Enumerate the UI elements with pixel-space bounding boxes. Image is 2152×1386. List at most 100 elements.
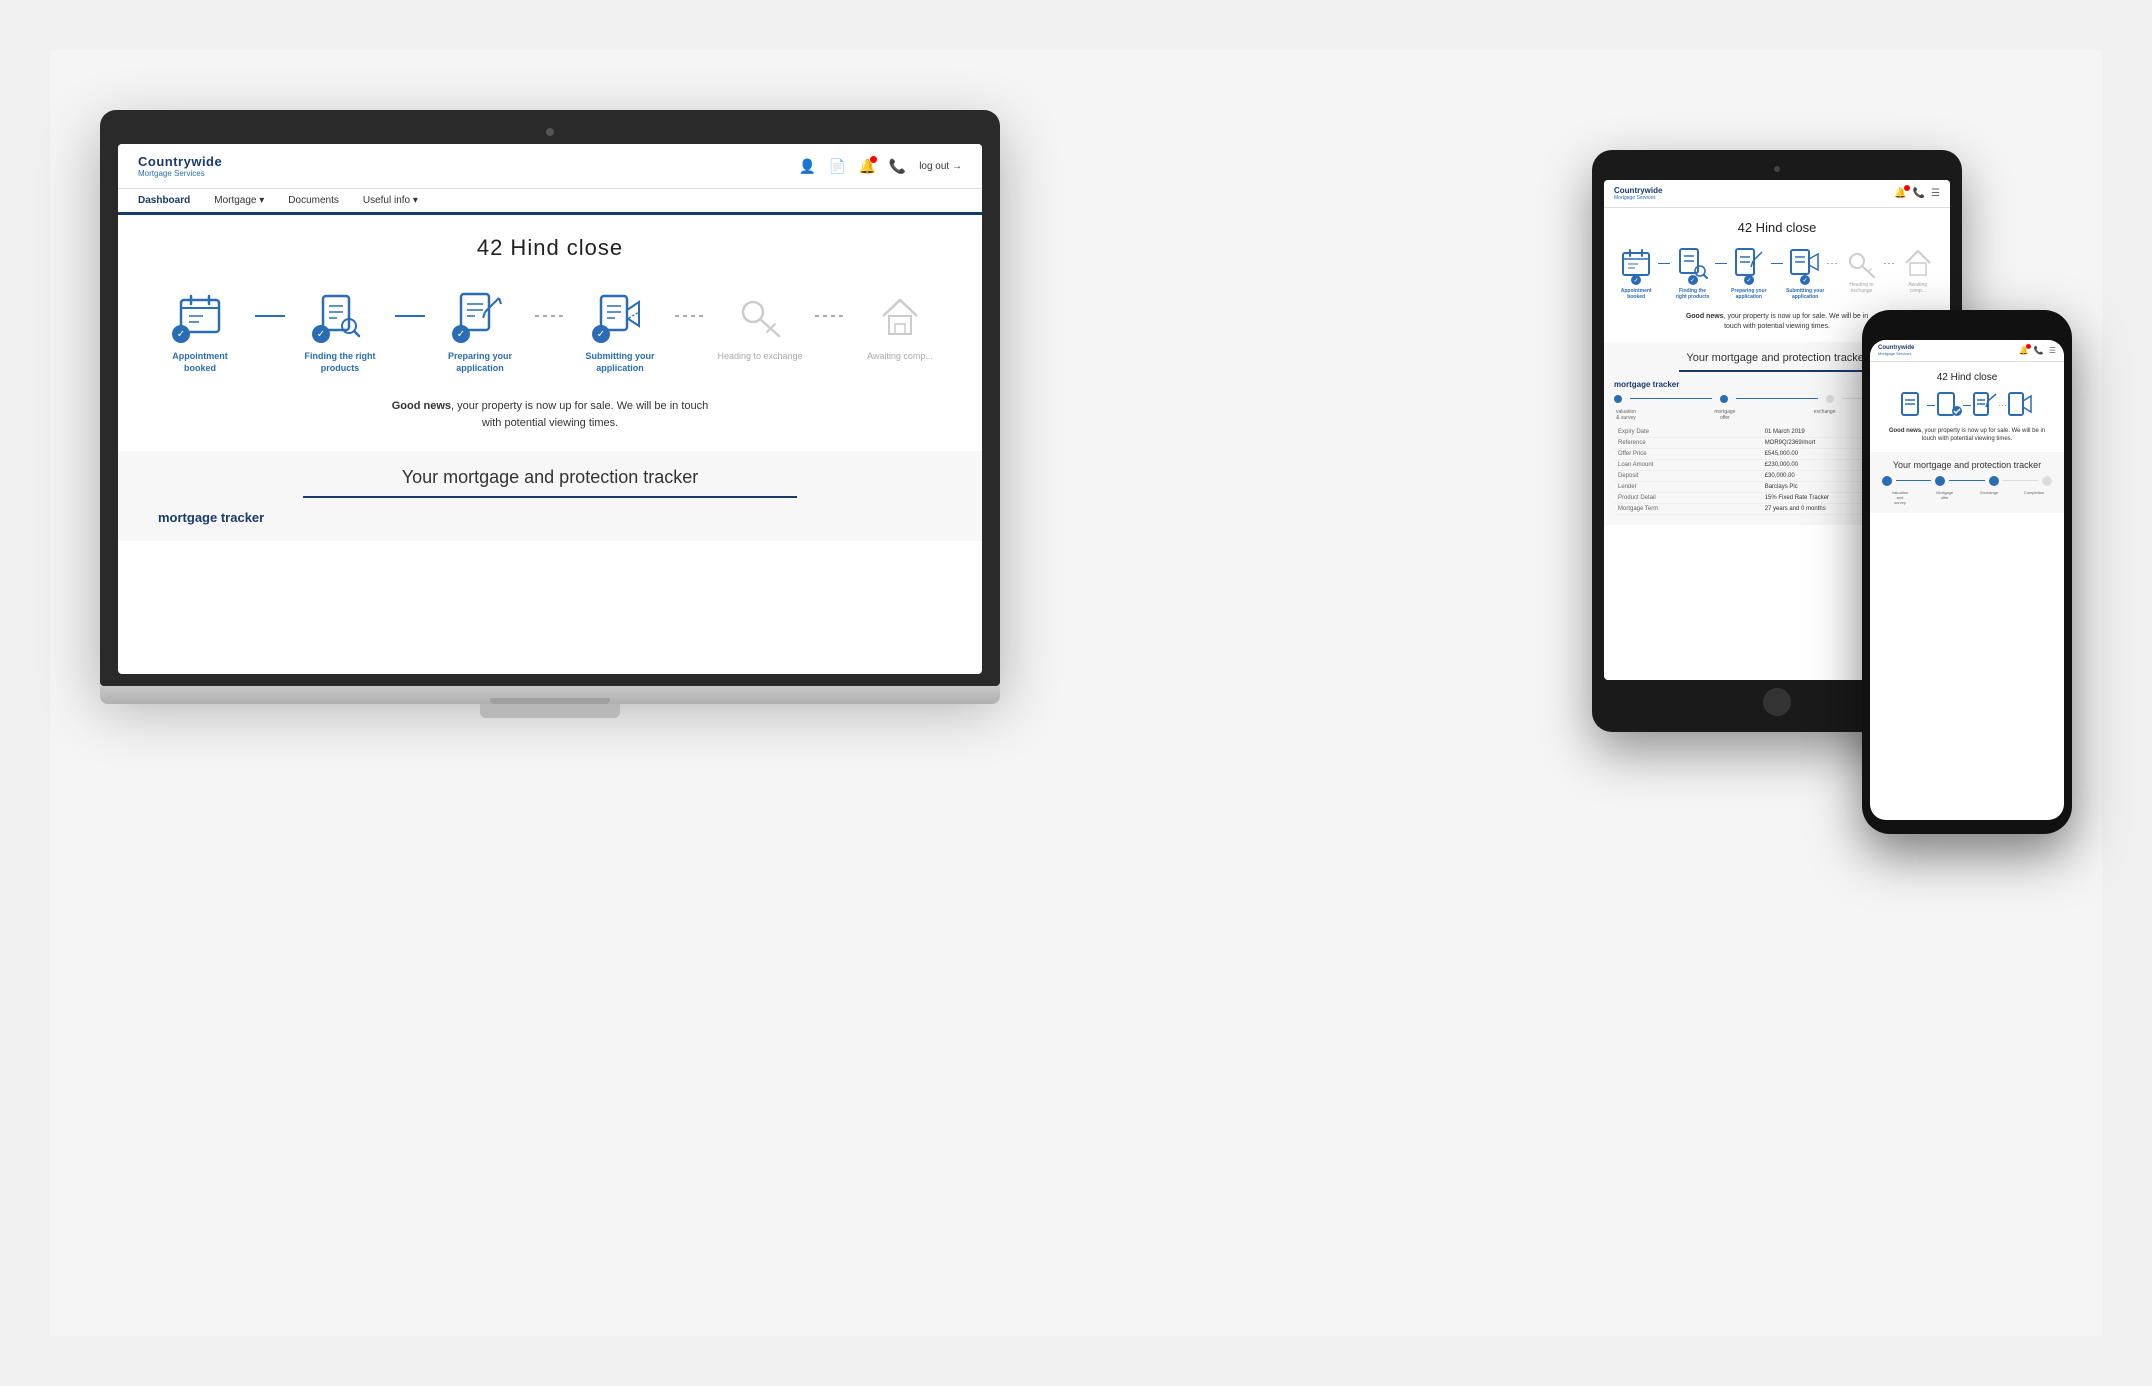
tablet-brand: Countrywide Mortgage Services [1614,186,1662,201]
bell-icon[interactable]: 🔔 [859,158,875,174]
field-label: Expiry Date [1614,427,1761,438]
tablet-camera [1774,166,1780,172]
tablet-brand-sub: Mortgage Services [1614,195,1662,201]
laptop-screen: Countrywide Mortgage Services 👤 📄 🔔 📞 lo… [118,144,982,674]
brand-sub: Mortgage Services [138,169,222,178]
t-step-3-label: Preparing yourapplication [1731,288,1767,300]
step-preparing-app: ✓ Preparing yourapplication [425,285,535,374]
phone-phone-icon[interactable]: 📞 [2034,346,2044,355]
phone-steps [1878,391,2056,419]
phone-main: 42 Hind close [1870,362,2064,523]
key-icon [735,290,785,340]
t-step-5-label: Heading toexchange [1849,282,1873,294]
nav-mortgage[interactable]: Mortgage ▾ [214,195,264,206]
brand-name: Countrywide [138,154,222,169]
step-submitting-app: ✓ Submitting yourapplication [565,285,675,374]
p-doc-icon [1899,391,1927,419]
t-track-dot-2 [1720,395,1728,403]
t-conn-3 [1771,263,1783,264]
phone-property-title: 42 Hind close [1878,372,2056,383]
nav-dashboard[interactable]: Dashboard [138,195,190,206]
tracker-section: Your mortgage and protection tracker mor… [118,451,982,541]
laptop-body: Countrywide Mortgage Services 👤 📄 🔔 📞 lo… [100,110,1000,686]
step-1-check: ✓ [172,325,190,343]
t-step-1-label: Appointmentbooked [1621,288,1652,300]
t-key-icon [1845,247,1877,279]
step-heading-exchange: Heading to exchange [705,285,815,363]
t-step-6-label: Awaitingcomp... [1908,282,1927,294]
tablet-home-button[interactable] [1763,688,1791,716]
step-2-label: Finding the rightproducts [305,351,376,374]
tablet-good-news: Good news, your property is now up for s… [1677,312,1877,332]
t-track-label-2: mortgageoffer [1714,409,1735,421]
tracker-divider [303,496,797,498]
step-5-label: Heading to exchange [717,351,802,363]
phone-bell-icon[interactable]: 🔔 [2019,346,2029,355]
t-conn-4 [1827,263,1839,264]
phone-tracker-steps [1878,476,2056,486]
phone-good-news: Good news, your property is now up for s… [1882,427,2052,444]
step-3-label: Preparing yourapplication [448,351,512,374]
user-icon[interactable]: 👤 [799,158,815,174]
tablet-phone-icon[interactable]: 📞 [1913,188,1925,199]
p-dot-2 [1935,476,1945,486]
nav-documents[interactable]: Documents [288,195,339,206]
tablet-bell-icon[interactable]: 🔔 [1894,188,1906,199]
scene: Countrywide Mortgage Services 👤 📄 🔔 📞 lo… [50,50,2102,1336]
connector-2 [395,315,425,317]
step-1-label: Appointmentbooked [172,351,228,374]
connector-4 [675,315,705,317]
p-label-1: Valuationandsurvey [1880,490,1920,505]
p-label-2: Mortgageoffer [1925,490,1965,505]
mortgage-tracker-label: mortgage tracker [138,510,962,525]
p-conn-3 [1999,405,2007,406]
t-step-2-check: ✓ [1688,275,1698,285]
phone-menu-icon[interactable]: ☰ [2049,346,2056,355]
phone-body: Countrywide Mortgage Services 🔔 📞 ☰ 42 H… [1862,310,2072,834]
laptop-device: Countrywide Mortgage Services 👤 📄 🔔 📞 lo… [100,110,1000,718]
steps-row: ✓ Appointmentbooked [138,285,962,374]
nav-usefulinfo[interactable]: Useful info ▾ [363,195,418,206]
laptop-stand [480,704,620,718]
connector-3 [535,315,565,317]
p-edit-icon [1971,391,1999,419]
t-conn-1 [1658,263,1670,264]
t-step-4-check: ✓ [1800,275,1810,285]
field-label: Mortgage Term [1614,503,1761,514]
phone-tracker-section: Your mortgage and protection tracker [1870,452,2064,513]
header-icons: 👤 📄 🔔 📞 log out → [799,158,962,174]
phone-notch [1937,324,1997,334]
document-icon[interactable]: 📄 [829,158,845,174]
laptop-main: 42 Hind close [118,215,982,561]
field-label: Lender [1614,481,1761,492]
laptop-camera [546,128,554,136]
t-step-1: ✓ Appointmentbooked [1614,247,1658,300]
t-track-label-1: valuation& survey [1616,409,1636,421]
p-submit-icon [2007,391,2035,419]
p-line-1 [1896,480,1931,481]
t-conn-5 [1884,263,1896,264]
nav-bar: Dashboard Mortgage ▾ Documents Useful in… [118,189,982,215]
tablet-header: Countrywide Mortgage Services 🔔 📞 ☰ [1604,180,1950,208]
phone-brand-sub: Mortgage Services [1878,351,1914,356]
logout-button[interactable]: log out → [919,161,962,172]
connector-5 [815,315,845,317]
laptop-base [100,686,1000,704]
t-step-6: Awaitingcomp... [1896,247,1940,294]
field-label: Product Detail [1614,492,1761,503]
step-3-icon-area: ✓ [450,285,510,345]
phone-icon[interactable]: 📞 [889,158,905,174]
t-track-line-1 [1630,398,1712,399]
connector-1 [255,315,285,317]
p-step-4 [2007,391,2035,419]
t-track-dot-1 [1614,395,1622,403]
step-2-icon-area: ✓ [310,285,370,345]
step-finding-products: ✓ Finding the rightproducts [285,285,395,374]
tablet-header-icons: 🔔 📞 ☰ [1894,188,1940,199]
property-title: 42 Hind close [138,235,962,261]
tablet-menu-icon[interactable]: ☰ [1931,188,1940,199]
p-label-4: Completion [2014,490,2054,505]
t-conn-2 [1715,263,1727,264]
t-track-label-3: exchange [1814,409,1836,421]
tracker-title: Your mortgage and protection tracker [138,467,962,488]
